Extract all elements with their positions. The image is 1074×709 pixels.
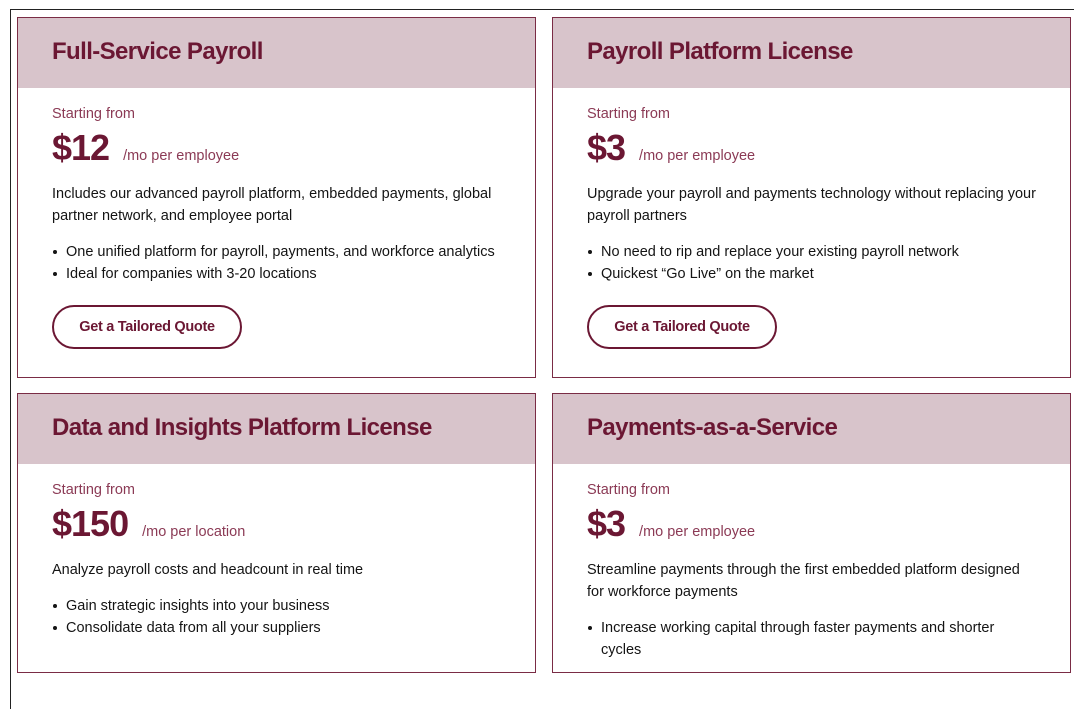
price-row: $3 /mo per employee bbox=[587, 504, 1036, 544]
price-value: $150 bbox=[52, 503, 129, 544]
starting-from-label: Starting from bbox=[52, 482, 135, 498]
starting-from-label: Starting from bbox=[587, 106, 670, 122]
card-header: Data and Insights Platform License bbox=[18, 394, 535, 464]
feature-list: Gain strategic insights into your busine… bbox=[52, 595, 501, 639]
card-header: Full-Service Payroll bbox=[18, 18, 535, 88]
feature-list: Increase working capital through faster … bbox=[587, 617, 1036, 661]
card-title: Full-Service Payroll bbox=[52, 38, 263, 65]
card-description: Streamline payments through the first em… bbox=[587, 562, 1020, 600]
price-row: $3 /mo per employee bbox=[587, 128, 1036, 168]
feature-list: One unified platform for payroll, paymen… bbox=[52, 241, 501, 285]
card-body: Starting from $3 /mo per employee Stream… bbox=[553, 464, 1070, 661]
price-unit: /mo per location bbox=[142, 524, 246, 540]
card-description: Includes our advanced payroll platform, … bbox=[52, 186, 492, 224]
feature-item: Gain strategic insights into your busine… bbox=[52, 595, 501, 617]
price-value: $3 bbox=[587, 503, 626, 544]
feature-list: No need to rip and replace your existing… bbox=[587, 241, 1036, 285]
feature-item: No need to rip and replace your existing… bbox=[587, 241, 1036, 263]
starting-from-label: Starting from bbox=[587, 482, 670, 498]
feature-item: Quickest “Go Live” on the market bbox=[587, 263, 1036, 285]
plan-card-full-service-payroll: Full-Service Payroll Starting from $12 /… bbox=[17, 17, 536, 378]
card-title: Payroll Platform License bbox=[587, 38, 853, 65]
plan-card-payroll-platform-license: Payroll Platform License Starting from $… bbox=[552, 17, 1071, 378]
card-description: Upgrade your payroll and payments techno… bbox=[587, 186, 1036, 224]
price-unit: /mo per employee bbox=[639, 148, 756, 164]
price-row: $12 /mo per employee bbox=[52, 128, 501, 168]
plan-card-data-insights-license: Data and Insights Platform License Start… bbox=[17, 393, 536, 673]
feature-item: Increase working capital through faster … bbox=[587, 617, 1036, 661]
feature-item: One unified platform for payroll, paymen… bbox=[52, 241, 501, 263]
get-quote-button[interactable]: Get a Tailored Quote bbox=[587, 305, 777, 349]
feature-item: Ideal for companies with 3-20 locations bbox=[52, 263, 501, 285]
get-quote-button[interactable]: Get a Tailored Quote bbox=[52, 305, 242, 349]
card-header: Payroll Platform License bbox=[553, 18, 1070, 88]
price-value: $12 bbox=[52, 127, 110, 168]
card-body: Starting from $12 /mo per employee Inclu… bbox=[18, 88, 535, 349]
card-title: Data and Insights Platform License bbox=[52, 414, 432, 441]
card-body: Starting from $150 /mo per location Anal… bbox=[18, 464, 535, 639]
feature-item: Consolidate data from all your suppliers bbox=[52, 617, 501, 639]
price-unit: /mo per employee bbox=[123, 148, 240, 164]
price-row: $150 /mo per location bbox=[52, 504, 501, 544]
starting-from-label: Starting from bbox=[52, 106, 135, 122]
card-body: Starting from $3 /mo per employee Upgrad… bbox=[553, 88, 1070, 349]
card-description: Analyze payroll costs and headcount in r… bbox=[52, 562, 364, 578]
price-unit: /mo per employee bbox=[639, 524, 756, 540]
price-value: $3 bbox=[587, 127, 626, 168]
plan-card-payments-as-a-service: Payments-as-a-Service Starting from $3 /… bbox=[552, 393, 1071, 673]
card-title: Payments-as-a-Service bbox=[587, 414, 838, 441]
card-header: Payments-as-a-Service bbox=[553, 394, 1070, 464]
